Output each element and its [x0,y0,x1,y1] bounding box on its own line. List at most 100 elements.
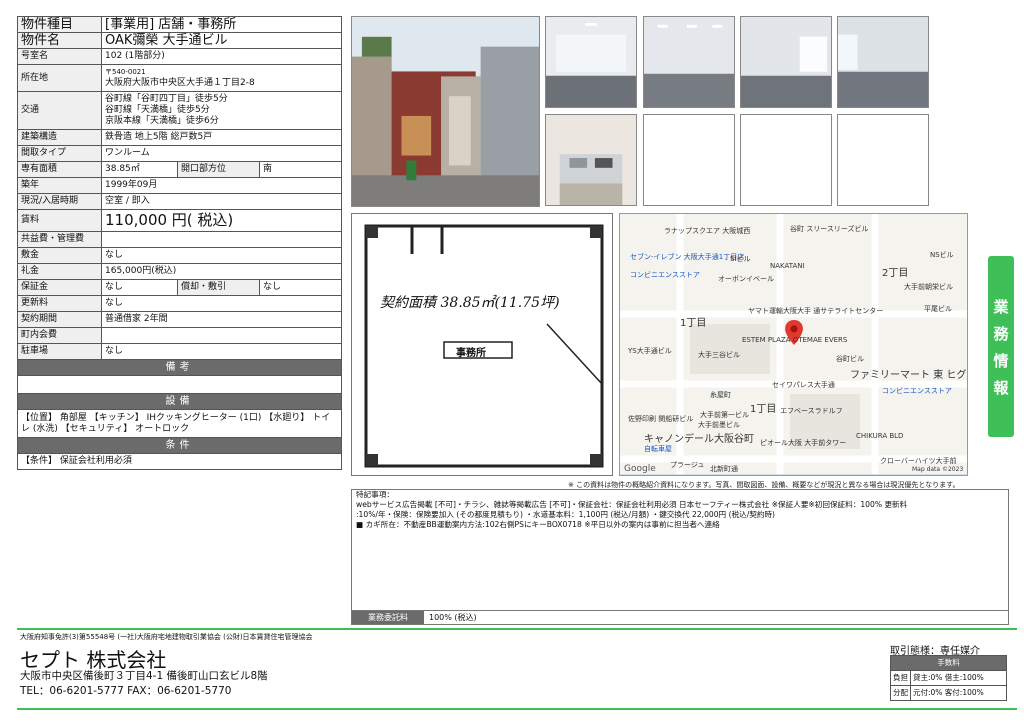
photo-slot-empty-3 [837,114,929,206]
footer-divider-top [17,628,1017,630]
type-value: [事業用] 店舗・事務所 [101,16,342,33]
contract-label: 契約期間 [17,311,102,328]
map-label: 1丁目 [680,318,707,329]
rent-label: 賃料 [17,209,102,232]
amortization-value: なし [259,279,342,296]
opening-value: 南 [259,161,342,178]
interior-photo-4[interactable] [837,16,929,108]
notes-line: webサービス広告掲載 [不可]・チラシ、雑誌等掲載広告 [不可]・保証会社：保… [356,500,908,509]
key-money-value: 165,000円(税込) [101,263,342,280]
map-label: ファミリーマート 東 ヒグチ谷町二丁目店 [850,370,967,381]
exterior-photo[interactable] [351,16,540,207]
map-label: コンビニエンスストア [630,271,700,279]
company-phone[interactable]: TEL：06-6201-5777 FAX：06-6201-5770 [20,683,231,698]
google-logo: Google [624,464,656,474]
map-label: 糸屋町 [710,391,731,399]
map-label: NSビル [930,251,954,259]
structure-value: 鉄骨造 地上5階 総戸数5戸 [101,129,342,146]
map-label: 佐野印刷 関船研ビル [628,415,694,423]
burden-label: 負担 [890,670,911,686]
split-label: 分配 [890,685,911,701]
type-label: 物件種目 [17,16,102,33]
commission-label: 業務委託料 [352,611,424,624]
guarantee-value: なし [101,279,178,296]
remarks-header: 備考 [17,359,342,376]
area-value: 38.85㎡ [101,161,178,178]
room-label: 号室名 [17,48,102,65]
map-label: キャノンデール大阪谷町 [644,434,754,445]
map-label: YS大手通ビル [628,347,672,355]
rent-value: 110,000 円( 税込) [101,209,342,232]
common-fee-label: 共益費・管理費 [17,231,102,248]
burden-value: 貸主:0% 借主:100% [910,670,1007,686]
interior-photo-2[interactable] [643,16,735,108]
equipment-header: 設備 [17,393,342,410]
map-label: ラナップスクエア 大阪城西 [664,227,751,235]
map-label: エフベースラドルフ [780,407,843,415]
opening-label: 開口部方位 [177,161,260,178]
address-cell: 〒540-0021 大阪府大阪市中央区大手通１丁目2-8 [101,64,342,92]
side-tab-char: 務 [993,324,1009,343]
conditions-header: 条件 [17,437,342,454]
conditions-value: 【条件】 保証会社利用必須 [17,453,342,470]
transit-line: 谷町線「天満橋」徒歩5分 [105,105,210,115]
kitchen-photo[interactable] [545,114,637,206]
deposit-label: 敷金 [17,247,102,264]
map-attribution: Map data ©2023 [912,466,964,473]
transit-line: 京阪本線「天満橋」徒歩6分 [105,116,219,126]
map-label: 大手前第一ビル [700,411,749,419]
map-label: CHIKURA BLD [856,432,904,440]
interior-photo-3[interactable] [740,16,832,108]
map-label: 北新町通 [710,465,738,473]
area-label: 専有面積 [17,161,102,178]
amortization-label: 償却・敷引 [177,279,260,296]
company-address: 大阪市中央区備後町３丁目4-1 備後町山口玄ビル8階 [20,670,268,682]
split-value: 元付:0% 客付:100% [910,685,1007,701]
business-info-tab[interactable]: 業 務 情 報 [988,256,1014,437]
map-label: 大手三谷ビル [698,351,740,359]
room-label-office: 事務所 [456,348,486,359]
license-text: 大阪府知事免許(3)第55548号 (一社)大阪府宅地建物取引業協会 (公財)日… [20,633,313,641]
map-label: ESTEM PLAZA OTEMAE EVERS [742,336,848,344]
location-map[interactable]: ラナップスクエア 大阪城西 谷町 スリースリーズビル セブン-イレブン 大阪大手… [619,213,968,476]
map-label: ピオール大阪 大手前タワー [760,439,847,447]
renewal-label: 更新料 [17,295,102,312]
footer-divider-bottom [17,708,1017,710]
map-label: 自転車屋 [644,445,672,453]
map-label: 平尾ビル [924,305,952,313]
map-label: 谷町 スリースリーズビル [790,225,869,233]
map-label: プラージュ [670,461,705,469]
map-label: NAKATANI [770,262,805,270]
built-value: 1999年09月 [101,177,342,194]
commission-row: 業務委託料 100% (税込) [351,610,1009,625]
side-tab-char: 情 [993,351,1009,370]
side-tab-char: 業 [993,297,1009,316]
layout-value: ワンルーム [101,145,342,162]
map-label: 1丁目 [750,404,777,415]
remarks-value [17,375,342,394]
fee-table: 手数料 負担 貸主:0% 借主:100% 分配 元付:0% 客付:100% [890,655,1007,701]
deposit-value: なし [101,247,342,264]
name-label: 物件名 [17,32,102,49]
notes-line: ■ カギ所在：不動産BB運動案内方法:102右側PSにキーBOX0718 ※平日… [356,520,720,529]
map-label: クローバーハイツ大手前 [880,457,957,465]
postal-code: 〒540-0021 [105,68,146,76]
transit-label: 交通 [17,91,102,130]
interior-photo-1[interactable] [545,16,637,108]
address-label: 所在地 [17,64,102,92]
special-notes-box: 特記事項： webサービス広告掲載 [不可]・チラシ、雑誌等掲載広告 [不可]・… [351,489,1009,625]
transit-line: 谷町線「谷町四丁目」徒歩5分 [105,94,228,104]
parking-value: なし [101,343,342,360]
commission-value: 100% (税込) [429,613,477,622]
map-label: SIビル [730,255,751,263]
status-value: 空室 / 即入 [101,193,342,210]
notes-line: 特記事項： [356,490,394,499]
contract-value: 普通借家 2年間 [101,311,342,328]
map-label: 大手前朝栄ビル [904,283,953,291]
floor-plan[interactable]: 契約面積 38.85㎡(11.75坪) 事務所 [351,213,613,476]
photo-slot-empty-2 [740,114,832,206]
property-spec-table: 物件種目 [事業用] 店舗・事務所 物件名 OAK彌榮 大手通ビル 号室名 10… [17,16,342,470]
photo-slot-empty-1 [643,114,735,206]
parking-label: 駐車場 [17,343,102,360]
town-fee-value [101,327,342,344]
